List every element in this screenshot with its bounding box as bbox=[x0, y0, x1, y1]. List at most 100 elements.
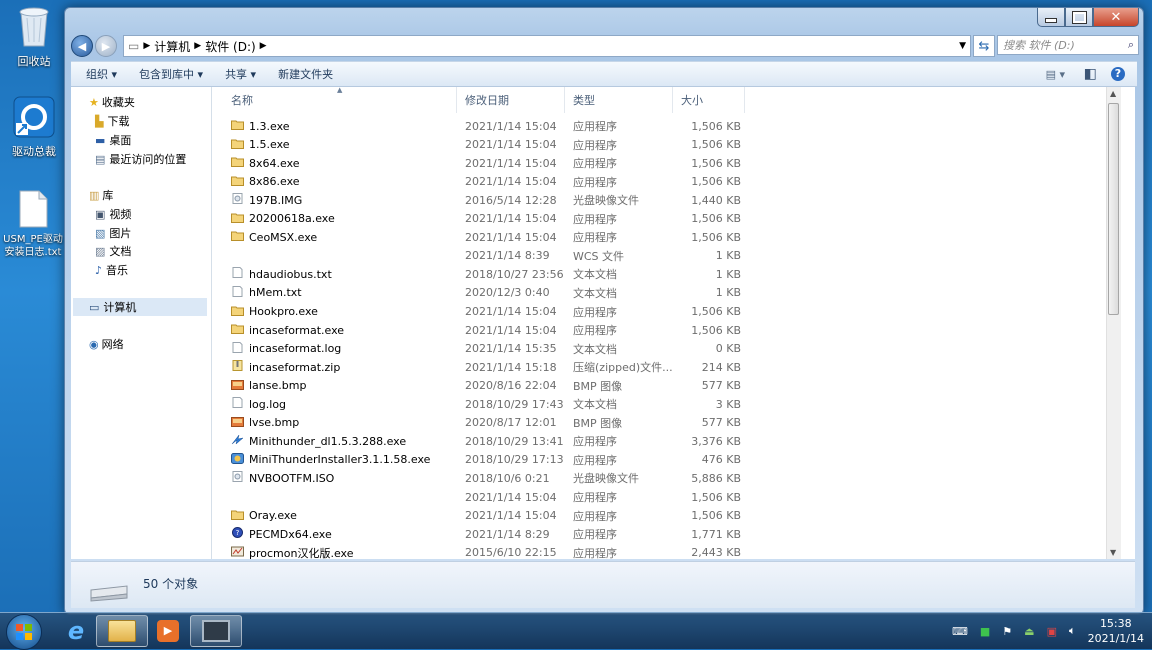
include-library-menu[interactable]: 包含到库中 ▾ bbox=[128, 66, 214, 82]
file-row[interactable]: log.log 2018/10/29 17:43 文本文档 3 KB bbox=[213, 395, 753, 413]
taskbar-media-player[interactable]: ▶ bbox=[142, 615, 194, 647]
clock-time: 15:38 bbox=[1099, 617, 1132, 630]
preview-pane-button[interactable]: ◧ bbox=[1084, 66, 1097, 82]
file-row[interactable]: 8x64.exe 2021/1/14 15:04 应用程序 1,506 KB bbox=[213, 154, 753, 172]
maximize-button[interactable] bbox=[1065, 8, 1093, 27]
scrollbar-thumb[interactable] bbox=[1108, 103, 1119, 315]
vertical-scrollbar[interactable]: ▲ ▼ bbox=[1106, 87, 1121, 559]
nav-favorites[interactable]: ★ 收藏夹 bbox=[89, 94, 135, 110]
file-type: 文本文档 bbox=[573, 268, 617, 282]
video-icon: ▣ bbox=[95, 207, 106, 221]
command-bar: 组织 ▾ 包含到库中 ▾ 共享 ▾ 新建文件夹 ▤ ▾ ◧ ? bbox=[71, 61, 1137, 87]
file-name: 20200618a.exe bbox=[231, 212, 461, 226]
file-row[interactable]: incaseformat.exe 2021/1/14 15:04 应用程序 1,506… bbox=[213, 321, 753, 339]
windows-logo-icon bbox=[16, 624, 32, 640]
file-row[interactable]: hdaudiobus.txt 2018/10/27 23:56 文本文档 1 KB bbox=[213, 265, 753, 283]
address-bar[interactable]: ▭ ▶ 计算机 ▶ 软件 (D:) ▶ ▼ bbox=[123, 35, 971, 57]
file-row[interactable]: Minithunder_dl1.5.3.288.exe 2018/10/29 13… bbox=[213, 432, 753, 450]
refresh-button[interactable]: ⇆ bbox=[973, 35, 995, 57]
file-name-text: log.log bbox=[249, 397, 287, 411]
breadcrumb-computer[interactable]: 计算机 bbox=[154, 38, 190, 55]
file-row[interactable]: Oray.exe 2021/1/14 15:04 应用程序 1,506 KB bbox=[213, 507, 753, 525]
file-row[interactable]: 1.5.exe 2021/1/14 15:04 应用程序 1,506 KB bbox=[213, 136, 753, 154]
nav-videos[interactable]: ▣ 视频 bbox=[95, 206, 131, 222]
scroll-down-arrow[interactable]: ▼ bbox=[1110, 548, 1116, 557]
nav-music[interactable]: ♪ 音乐 bbox=[95, 262, 128, 278]
file-row[interactable]: hMem.txt 2020/12/3 0:40 文本文档 1 KB bbox=[213, 284, 753, 302]
file-size: 476 KB bbox=[701, 453, 741, 467]
forward-button[interactable]: ▶ bbox=[95, 35, 117, 57]
network-status-icon[interactable]: ▣ bbox=[1047, 625, 1057, 638]
taskbar-ie[interactable]: e bbox=[50, 615, 102, 647]
start-button[interactable] bbox=[6, 614, 42, 650]
file-row[interactable]: 2021/1/14 8:39 WCS 文件 1 KB bbox=[213, 247, 753, 265]
desktop-icon-log-file[interactable]: USM_PE驱动安装日志.txt bbox=[1, 190, 65, 259]
back-button[interactable]: ◀ bbox=[71, 35, 93, 57]
file-row[interactable]: 20200618a.exe 2021/1/14 15:04 应用程序 1,506 KB bbox=[213, 210, 753, 228]
file-row[interactable]: lvse.bmp 2020/8/17 12:01 BMP 图像 577 KB bbox=[213, 414, 753, 432]
file-size: 0 KB bbox=[715, 342, 741, 356]
column-header-name[interactable]: 名称 bbox=[223, 87, 457, 113]
clock-date: 2021/1/14 bbox=[1087, 632, 1144, 645]
column-header-size[interactable]: 大小 bbox=[673, 87, 745, 113]
file-name: incaseformat.zip bbox=[231, 360, 461, 374]
nav-network[interactable]: ◉ 网络 bbox=[89, 336, 124, 352]
action-center-flag-icon[interactable]: ⚑ bbox=[1002, 625, 1012, 638]
file-row[interactable]: MiniThunderInstaller3.1.1.58.exe 2018/10/… bbox=[213, 451, 753, 469]
file-name: log.log bbox=[231, 397, 461, 411]
help-button[interactable]: ? bbox=[1111, 67, 1125, 81]
file-row[interactable]: 197B.IMG 2016/5/14 12:28 光盘映像文件 1,440 KB bbox=[213, 191, 753, 209]
nav-recent[interactable]: ▤ 最近访问的位置 bbox=[95, 151, 186, 167]
share-menu[interactable]: 共享 ▾ bbox=[214, 66, 267, 82]
organize-menu[interactable]: 组织 ▾ bbox=[71, 66, 128, 82]
nav-downloads[interactable]: ▙ 下载 bbox=[95, 113, 129, 129]
file-name: ? PECMDx64.exe bbox=[231, 527, 461, 541]
usb-device-icon[interactable]: ⏏ bbox=[1024, 625, 1034, 638]
file-row[interactable]: procmon汉化版.exe 2015/6/10 22:15 应用程序 2,443 K… bbox=[213, 544, 753, 559]
desktop-icon-label: 驱动总裁 bbox=[12, 145, 56, 158]
taskbar-app[interactable] bbox=[190, 615, 242, 647]
close-button[interactable]: ✕ bbox=[1093, 8, 1139, 27]
minimize-icon bbox=[1045, 17, 1057, 23]
column-header-type[interactable]: 类型 bbox=[565, 87, 673, 113]
column-header-date[interactable]: 修改日期 bbox=[457, 87, 565, 113]
file-name: hMem.txt bbox=[231, 285, 461, 300]
file-row[interactable]: lanse.bmp 2020/8/16 22:04 BMP 图像 577 KB bbox=[213, 377, 753, 395]
new-folder-button[interactable]: 新建文件夹 bbox=[267, 66, 344, 82]
desktop-icon-driver-manager[interactable]: 驱动总裁 bbox=[1, 96, 67, 159]
file-date: 2020/12/3 0:40 bbox=[465, 286, 550, 300]
file-row[interactable]: incaseformat.zip 2021/1/14 15:18 压缩(zipped… bbox=[213, 358, 753, 376]
nav-libraries[interactable]: ▥ 库 bbox=[89, 187, 113, 203]
tray-app-icon[interactable]: ■ bbox=[980, 625, 990, 638]
file-name: lvse.bmp bbox=[231, 416, 461, 430]
nav-desktop[interactable]: ▬ 桌面 bbox=[95, 132, 131, 148]
nav-computer[interactable]: ▭ 计算机 bbox=[73, 298, 207, 316]
file-row[interactable]: 1.3.exe 2021/1/14 15:04 应用程序 1,506 KB bbox=[213, 117, 753, 135]
volume-icon[interactable]: 🔈︎ bbox=[1069, 624, 1076, 638]
file-row[interactable]: 8x86.exe 2021/1/14 15:04 应用程序 1,506 KB bbox=[213, 173, 753, 191]
search-input[interactable]: 搜索 软件 (D:) ⌕ bbox=[997, 35, 1139, 55]
file-row[interactable]: incaseformat.log 2021/1/14 15:35 文本文档 0 KB bbox=[213, 340, 753, 358]
minimize-button[interactable] bbox=[1037, 8, 1065, 27]
file-row[interactable]: ? PECMDx64.exe 2021/1/14 8:29 应用程序 1,771 KB bbox=[213, 525, 753, 543]
nav-pictures[interactable]: ▧ 图片 bbox=[95, 225, 131, 241]
address-bar-row: ◀ ▶ ▭ ▶ 计算机 ▶ 软件 (D:) ▶ ▼ ⇆ 搜索 软件 (D:) ⌕ bbox=[71, 35, 1139, 57]
keyboard-icon[interactable]: ⌨ bbox=[952, 625, 968, 638]
taskbar-explorer[interactable] bbox=[96, 615, 148, 647]
view-options-button[interactable]: ▤ ▾ bbox=[1046, 68, 1065, 81]
scroll-up-arrow[interactable]: ▲ bbox=[1110, 89, 1116, 98]
computer-icon: ▭ bbox=[89, 300, 100, 314]
file-name: NVBOOTFM.ISO bbox=[231, 471, 461, 485]
clock[interactable]: 15:38 2021/1/14 bbox=[1088, 616, 1144, 646]
file-row[interactable]: CeoMSX.exe 2021/1/14 15:04 应用程序 1,506 KB bbox=[213, 228, 753, 246]
file-row[interactable]: NVBOOTFM.ISO 2018/10/6 0:21 光盘映像文件 5,886 KB bbox=[213, 469, 753, 487]
file-row[interactable]: 2021/1/14 15:04 应用程序 1,506 KB bbox=[213, 488, 753, 506]
file-date: 2016/5/14 12:28 bbox=[465, 193, 557, 207]
address-dropdown-arrow[interactable]: ▼ bbox=[959, 41, 966, 51]
desktop-icon-recycle-bin[interactable]: 回收站 bbox=[1, 4, 67, 69]
file-row[interactable]: Hookpro.exe 2021/1/14 15:04 应用程序 1,506 KB bbox=[213, 303, 753, 321]
nav-documents[interactable]: ▨ 文档 bbox=[95, 243, 131, 259]
svg-text:?: ? bbox=[236, 529, 240, 537]
file-list: ▲ 名称 修改日期 类型 大小 1.3.exe 2021/1/14 15:04 应用… bbox=[213, 87, 1121, 559]
breadcrumb-drive-d[interactable]: 软件 (D:) bbox=[205, 38, 255, 55]
